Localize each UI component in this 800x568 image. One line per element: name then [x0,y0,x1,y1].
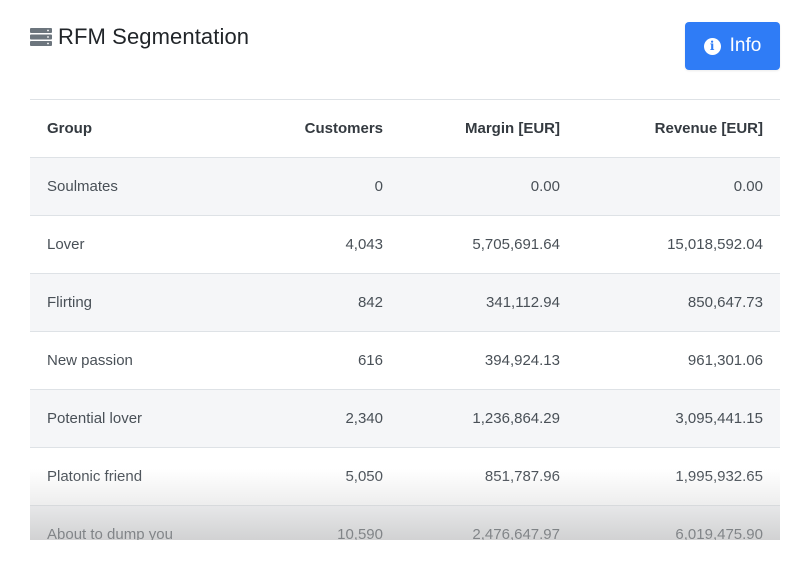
cell-margin: 0.00 [400,157,577,216]
rfm-segmentation-panel: RFM Segmentation i Info Group Customers … [0,0,800,568]
cell-margin: 1,236,864.29 [400,389,577,448]
panel-header: RFM Segmentation [30,24,249,50]
cell-group: Soulmates [30,157,230,216]
cell-revenue: 0.00 [577,157,780,216]
cell-customers: 5,050 [230,447,400,506]
cell-revenue: 3,095,441.15 [577,389,780,448]
cell-margin: 341,112.94 [400,273,577,332]
table-header-row: Group Customers Margin [EUR] Revenue [EU… [30,99,780,158]
table-row: Platonic friend 5,050 851,787.96 1,995,9… [30,447,780,506]
info-button-label: Info [729,35,762,56]
table-row: Potential lover 2,340 1,236,864.29 3,095… [30,389,780,448]
cell-customers: 616 [230,331,400,390]
cell-customers: 10,590 [230,505,400,540]
server-stack-icon [30,28,52,46]
table-row: New passion 616 394,924.13 961,301.06 [30,331,780,390]
cell-group: Flirting [30,273,230,332]
column-header-customers: Customers [230,99,400,158]
cell-customers: 2,340 [230,389,400,448]
cell-margin: 394,924.13 [400,331,577,390]
column-header-margin: Margin [EUR] [400,99,577,158]
page-title: RFM Segmentation [58,24,250,49]
cell-group: New passion [30,331,230,390]
cell-revenue: 6,019,475.90 [577,505,780,540]
cell-margin: 851,787.96 [400,447,577,506]
info-button[interactable]: i Info [685,22,780,70]
table-row: Flirting 842 341,112.94 850,647.73 [30,273,780,332]
rfm-table-container[interactable]: Group Customers Margin [EUR] Revenue [EU… [30,99,780,540]
cell-group: Platonic friend [30,447,230,506]
cell-revenue: 1,995,932.65 [577,447,780,506]
cell-margin: 2,476,647.97 [400,505,577,540]
cell-revenue: 850,647.73 [577,273,780,332]
info-circle-icon: i [703,37,721,55]
cell-margin: 5,705,691.64 [400,215,577,274]
table-row: Soulmates 0 0.00 0.00 [30,157,780,216]
table-row: Lover 4,043 5,705,691.64 15,018,592.04 [30,215,780,274]
cell-customers: 842 [230,273,400,332]
cell-group: Potential lover [30,389,230,448]
column-header-revenue: Revenue [EUR] [577,99,780,158]
table-row: About to dump you 10,590 2,476,647.97 6,… [30,505,780,540]
cell-revenue: 15,018,592.04 [577,215,780,274]
rfm-table: Group Customers Margin [EUR] Revenue [EU… [30,99,780,540]
cell-group: About to dump you [30,505,230,540]
cell-revenue: 961,301.06 [577,331,780,390]
cell-customers: 0 [230,157,400,216]
cell-customers: 4,043 [230,215,400,274]
column-header-group: Group [30,99,230,158]
cell-group: Lover [30,215,230,274]
